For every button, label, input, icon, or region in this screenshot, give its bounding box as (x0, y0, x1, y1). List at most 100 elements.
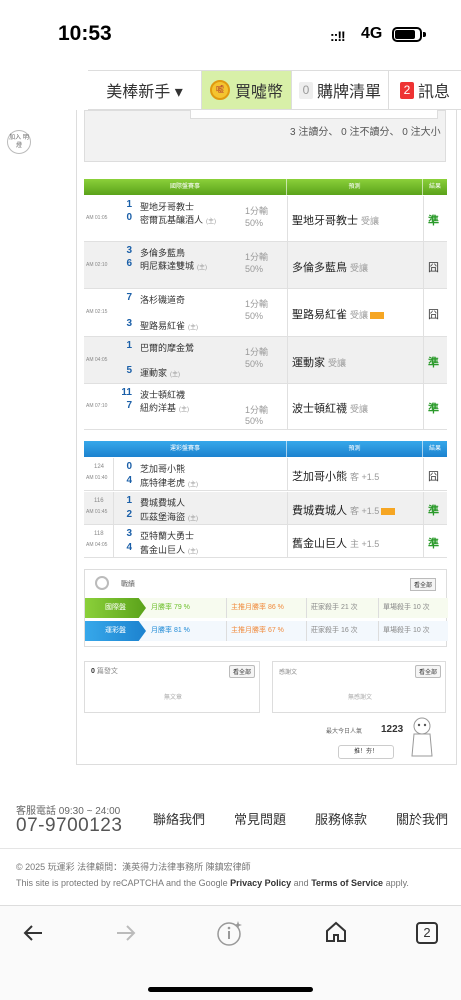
intl-row-team2: 紐約洋基 (140, 403, 177, 413)
sport-row-num: 118 (94, 531, 104, 537)
intl-row-result: 囧 (428, 261, 439, 274)
sport-row-home-tag: (主) (188, 482, 199, 488)
record-single-intl: 單場殺手 10 次 (383, 604, 430, 611)
footer-link-faq[interactable]: 常見問題 (234, 809, 286, 828)
divider (423, 337, 424, 383)
cart-list-button[interactable]: 0 購牌清單 (291, 71, 388, 109)
intl-row-team2: 聖路易紅雀 (140, 321, 186, 331)
footer-link-about[interactable]: 關於我們 (396, 809, 448, 828)
intl-row-pred: 聖路易紅雀 受讓 (292, 306, 385, 322)
intl-row: AM 04:05 1 巴爾的摩金鶯 運動家 (主) 5 1分輸 50% 運動家 受讓準 (84, 337, 447, 384)
home-icon[interactable] (324, 920, 348, 949)
footer-link-terms[interactable]: 服務條款 (315, 809, 367, 828)
intl-row-team2: 運動家 (140, 368, 168, 378)
intl-row-line: 1分輸 (245, 347, 269, 357)
sport-row-score2: 4 (126, 542, 132, 553)
user-menu[interactable]: 美棒新手 ▾ (88, 71, 201, 109)
message-count-badge: 2 (399, 81, 414, 99)
record-see-all-button[interactable]: 看全部 (409, 578, 436, 591)
sport-row-team1: 芝加哥小熊 (140, 464, 186, 474)
intl-row-team2: 明尼蘇達雙城 (140, 261, 195, 271)
stats-inner-box (190, 110, 438, 119)
captcha-apply: apply. (383, 878, 409, 888)
intl-row-pred-team: 波士頓紅襪 (292, 403, 347, 415)
privacy-link[interactable]: Privacy Policy (230, 878, 291, 888)
back-icon[interactable] (22, 922, 44, 949)
home-indicator (148, 987, 313, 992)
intl-row-score2: 5 (126, 365, 132, 376)
messages-button[interactable]: 2 訊息 (388, 71, 461, 109)
intl-row-rate: 50% (245, 311, 264, 321)
buy-coin-button[interactable]: 嘘 買噓幣 (201, 71, 291, 109)
sport-table-header: 運彩盤賽事 預測 結果 (84, 441, 447, 457)
intl-row-score1: 3 (126, 245, 132, 256)
sport-row-home-tag: (主) (188, 516, 199, 522)
browser-bottom-bar: 2 (0, 905, 461, 1000)
intl-row-pred-sub: 受讓 (361, 216, 380, 226)
intl-row-home-tag: (主) (206, 219, 217, 225)
captcha-pre: This site is protected by reCAPTCHA and … (16, 878, 231, 888)
intl-row-rate: 50% (245, 359, 264, 369)
intl-row: AM 02:10 3 多倫多藍鳥 明尼蘇達雙城 (主) 6 1分輸 50% 多倫多藍鳥 受讓囧 (84, 242, 447, 289)
push-button[interactable]: 推！夯！ (338, 745, 394, 759)
posts-empty: 無文章 (163, 695, 182, 701)
status-bar: 10:53 ::!! 4G (0, 0, 461, 70)
tabs-icon[interactable]: 2 (416, 922, 438, 944)
posts-header: 0 篇發文 (91, 666, 118, 676)
top-nav: 美棒新手 ▾ 嘘 買噓幣 0 購牌清單 2 訊息 (88, 70, 461, 110)
posts-see-all-button[interactable]: 看全部 (228, 665, 255, 678)
divider (423, 289, 424, 336)
sport-row-time: AM 01:40 (86, 475, 108, 481)
thanks-see-all-button[interactable]: 看全部 (414, 665, 441, 678)
sport-row-score2: 2 (126, 509, 132, 520)
intl-row: AM 01:05 1 聖地牙哥教士 密爾瓦基釀酒人 (主) 0 1分輸 50% 聖地牙哥教士 受讓… (84, 196, 447, 242)
posts-count: 0 (91, 668, 95, 675)
intl-row-team2-wrap: 密爾瓦基釀酒人 (主) (140, 213, 216, 226)
intl-row-score1: 11 (121, 387, 132, 398)
posts-box: 0 篇發文 看全部 無文章 (84, 661, 260, 713)
intl-row-pred-sub: 受讓 (350, 262, 369, 273)
intl-row-team2-wrap: 明尼蘇達雙城 (主) (140, 259, 207, 272)
record-section: 戰績 看全部 國際盤 月勝率 79 % 主推月勝率 86 % 莊家殺手 21 次… (84, 569, 448, 647)
add-friend-button[interactable]: 加入 明燈 (7, 130, 31, 154)
intl-row-team2-wrap: 聖路易紅雀 (主) (140, 319, 198, 332)
sport-row-pred: 芝加哥小熊客 +1.5 (292, 468, 379, 484)
record-streak-sport: 莊家殺手 16 次 (307, 621, 379, 641)
divider (287, 289, 288, 336)
intl-row-pred-team: 多倫多藍鳥 (292, 261, 347, 274)
divider (423, 242, 424, 288)
sport-row-num: 124 (94, 464, 105, 470)
record-main-sport: 主推月勝率 67 % (227, 621, 307, 641)
sport-row-time: AM 01:45 (86, 509, 108, 515)
sport-header-events: 運彩盤賽事 (84, 441, 287, 457)
intl-row-rate: 50% (245, 416, 264, 426)
divider (287, 196, 288, 241)
record-single-sport: 單場殺手 10 次 (383, 627, 430, 634)
sport-row-pred-sub: 主 +1.5 (350, 539, 380, 549)
sport-row-pred-team: 費城費城人 (292, 505, 347, 517)
footer-link-contact[interactable]: 聯絡我們 (153, 809, 205, 828)
divider (423, 384, 424, 429)
sport-row-team2: 底特律老虎 (140, 478, 186, 488)
battery-icon (392, 27, 422, 42)
divider (423, 525, 424, 557)
sport-row-result: 囧 (428, 471, 439, 483)
thanks-label: 感謝文 (279, 670, 298, 676)
sport-row-pred-team: 舊金山巨人 (292, 538, 347, 550)
intl-row-score1: 7 (126, 292, 132, 303)
sport-row: 118 AM 04:05 3 亞特蘭大勇士 4 舊金山巨人 (主) 舊金山巨人主 +1.5 準 (84, 525, 447, 558)
signal-icon: ::!! (330, 28, 346, 44)
network-label: 4G (361, 25, 383, 42)
footer-divider (0, 848, 461, 849)
terms-link[interactable]: Terms of Service (311, 878, 383, 888)
intl-row-score1: 1 (126, 340, 132, 351)
ai-info-icon[interactable] (216, 919, 244, 952)
sport-row-team2-wrap: 底特律老虎 (主) (140, 476, 198, 489)
divider (423, 196, 424, 241)
forward-icon[interactable] (115, 922, 137, 949)
record-label-intl: 國際盤 (85, 598, 146, 618)
hotline-number[interactable]: 07-9700123 (16, 815, 122, 837)
sport-row-pred-team: 芝加哥小熊 (292, 471, 347, 483)
intl-row-result: 準 (428, 403, 439, 415)
divider (287, 492, 288, 524)
